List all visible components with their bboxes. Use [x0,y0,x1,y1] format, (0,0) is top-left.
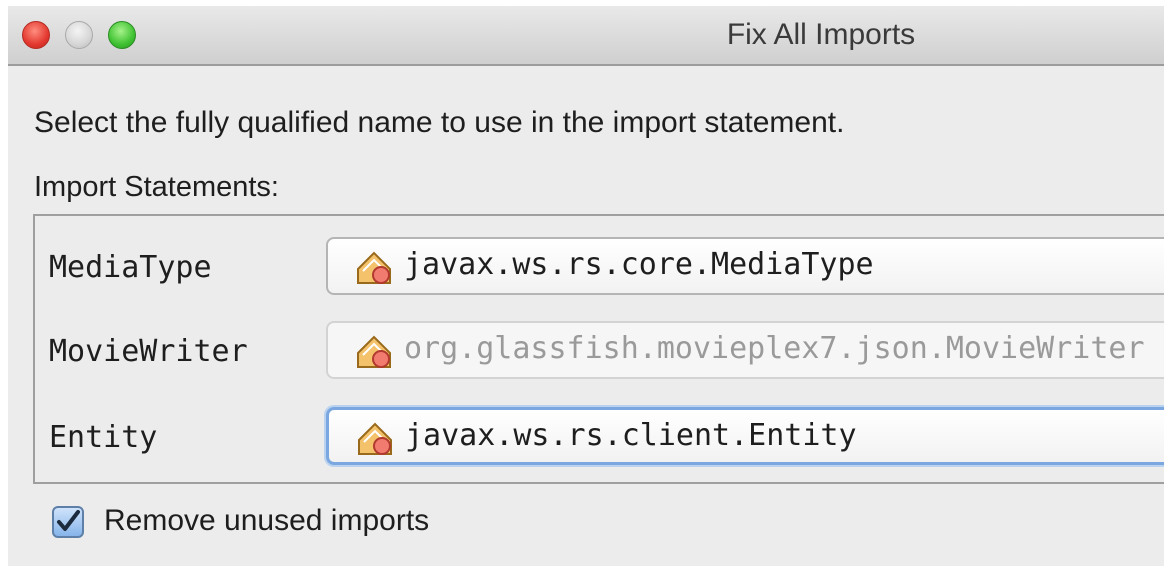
import-name-moviewriter: MovieWriter [49,334,248,369]
import-combo-value: org.glassfish.movieplex7.json.MovieWrite… [404,331,1145,366]
check-icon [57,510,80,531]
import-combo-entity[interactable]: javax.ws.rs.client.Entity [326,407,1164,465]
import-combo-value: javax.ws.rs.core.MediaType [404,247,874,282]
class-icon [357,335,391,368]
import-name-mediatype: MediaType [49,250,212,285]
remove-unused-imports-checkbox[interactable] [52,506,84,538]
import-combo-mediatype[interactable]: javax.ws.rs.core.MediaType [326,237,1164,295]
title-bar: Fix All Imports [8,6,1164,66]
instruction-text: Select the fully qualified name to use i… [34,106,845,139]
import-combo-moviewriter: org.glassfish.movieplex7.json.MovieWrite… [326,321,1164,379]
import-name-entity: Entity [49,420,158,455]
window-title: Fix All Imports [726,18,916,51]
remove-unused-imports-label[interactable]: Remove unused imports [104,504,429,538]
import-statements-list: MediaType javax.ws.rs.core.MediaType Mov… [33,214,1164,484]
class-icon [358,422,392,455]
fix-imports-dialog: Fix All Imports Select the fully qualifi… [8,6,1164,566]
import-statements-label: Import Statements: [34,171,279,203]
import-combo-value: javax.ws.rs.client.Entity [405,418,857,453]
class-icon [357,251,391,284]
